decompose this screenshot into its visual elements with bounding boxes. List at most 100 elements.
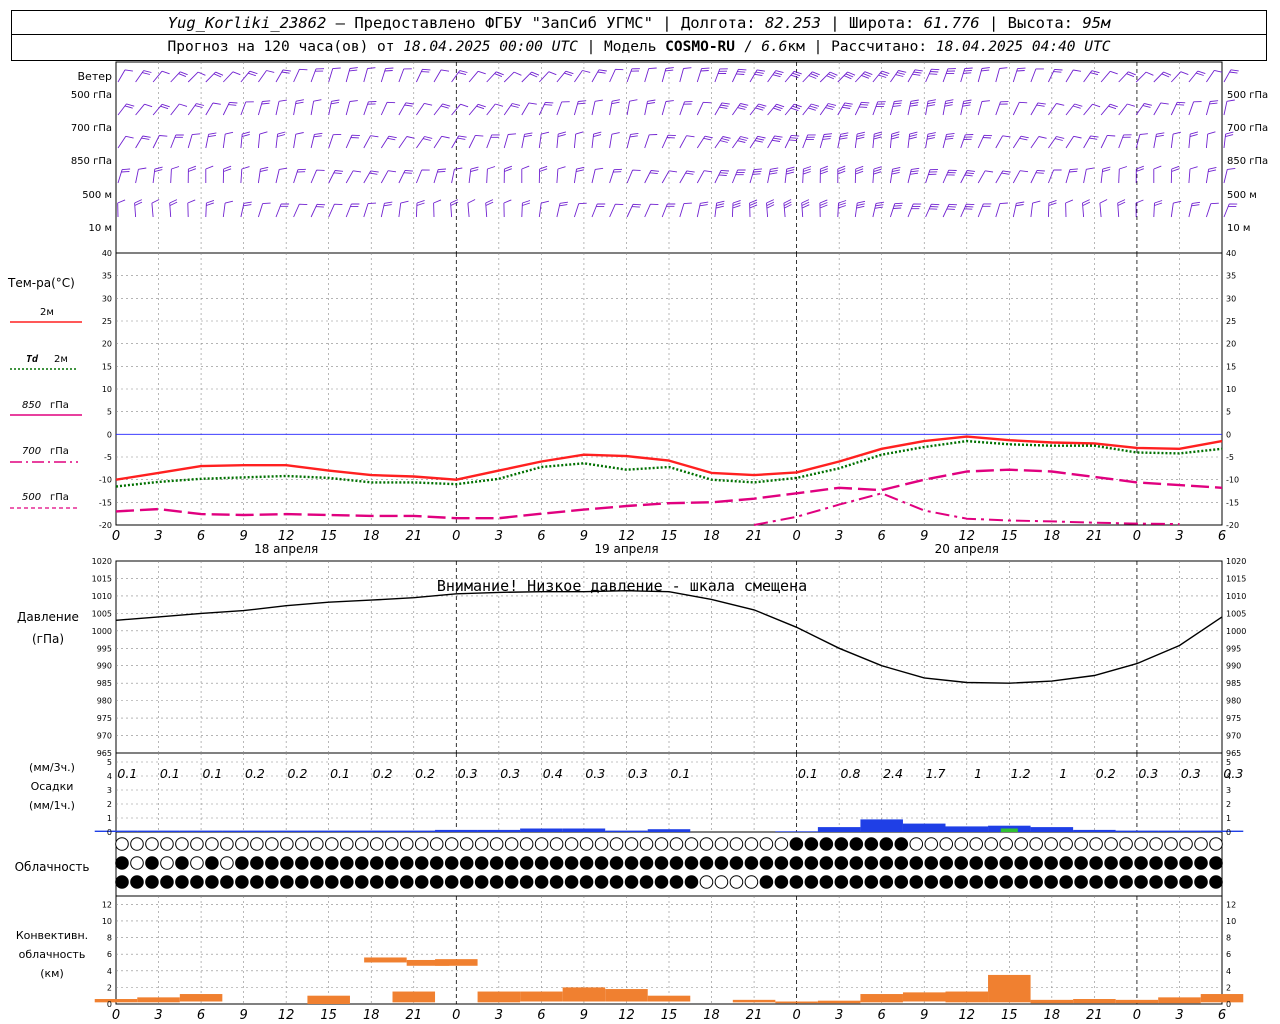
wind-barb xyxy=(1065,103,1083,116)
cloud-symbol xyxy=(205,875,219,889)
wind-barb xyxy=(977,100,990,116)
wind-level-500hpa-right: 500 гПа xyxy=(1227,90,1268,101)
precip-3h-total: 0.2 xyxy=(1096,766,1116,781)
cloud-symbol xyxy=(235,837,249,851)
wind-barb xyxy=(609,203,624,218)
temp-tick-label-left: 15 xyxy=(102,362,112,371)
wind-barb xyxy=(696,101,712,116)
cloud-symbol xyxy=(1179,875,1193,889)
precip-tick-label-left: 0 xyxy=(107,828,112,837)
wind-barb xyxy=(222,131,234,149)
cloud-symbol xyxy=(474,875,489,889)
pressure-tick-label-left: 1005 xyxy=(92,609,112,618)
cloud-symbol xyxy=(1014,875,1028,889)
wind-barb xyxy=(749,69,766,83)
wind-barb xyxy=(749,135,766,149)
wind-barb xyxy=(837,165,846,183)
cloud-symbol xyxy=(669,875,684,889)
wind-barb xyxy=(187,71,206,83)
cloud-symbol xyxy=(1164,856,1178,870)
wind-barb xyxy=(450,199,459,218)
cloud-symbol xyxy=(774,856,789,870)
cloud-symbol xyxy=(1029,837,1043,851)
wind-barb xyxy=(977,170,994,184)
cloud-symbol xyxy=(819,837,834,851)
wind-barb xyxy=(467,199,476,218)
cloud-symbol xyxy=(414,856,429,870)
precip-3h-total: 0.2 xyxy=(288,766,308,781)
conv-bar xyxy=(817,1000,861,1004)
pressure-tick-label-right: 1020 xyxy=(1226,557,1246,566)
wind-barb xyxy=(398,136,415,149)
wind-barb xyxy=(1170,71,1189,83)
precip-bar xyxy=(264,830,308,832)
wind-level-500m-right: 500 м xyxy=(1227,190,1257,201)
cloud-symbol xyxy=(190,856,204,870)
cloud-symbol xyxy=(624,837,639,851)
cloud-symbol xyxy=(594,856,609,870)
hour-label-bottom: 21 xyxy=(746,1008,763,1023)
conv-bars xyxy=(94,957,1244,1004)
wind-barb xyxy=(380,101,396,116)
cloud-symbol xyxy=(280,875,294,889)
wind-barb xyxy=(275,99,287,116)
precip-tick-label-left: 4 xyxy=(107,772,112,781)
precip-3h-total: 0.3 xyxy=(628,766,648,781)
wind-barb xyxy=(1048,103,1065,116)
wind-level-850hpa-right: 850 гПа xyxy=(1227,156,1268,167)
wind-barb xyxy=(275,131,286,149)
wind-barb xyxy=(837,102,853,116)
cloud-symbol xyxy=(864,837,879,851)
cloud-symbol xyxy=(534,856,549,870)
wind-barb xyxy=(222,101,238,116)
temp-tick-label-left: -5 xyxy=(104,453,112,462)
wind-barb xyxy=(380,67,394,83)
cloud-symbol xyxy=(519,875,534,889)
wind-level-850hpa: 850 гПа xyxy=(71,156,112,167)
hour-label: 9 xyxy=(920,529,928,544)
wind-barb xyxy=(942,203,958,218)
wind-barb xyxy=(1099,199,1108,218)
wind-barb xyxy=(398,68,412,83)
wind-barb xyxy=(925,203,940,218)
cloud-symbol xyxy=(1179,856,1193,870)
wind-barb xyxy=(257,202,271,218)
wind-barb xyxy=(257,166,269,184)
cloud-symbol xyxy=(729,875,744,889)
wind-barb xyxy=(644,134,658,149)
precip-3h-total: 0.3 xyxy=(1138,766,1158,781)
cloud-title: Облачность xyxy=(15,860,90,874)
wind-barb xyxy=(556,70,574,83)
cloud-symbol xyxy=(1119,837,1133,851)
cloud-symbol xyxy=(579,856,594,870)
cloud-symbol xyxy=(1014,856,1028,870)
wind-barb xyxy=(415,68,431,83)
wind-barb xyxy=(486,103,504,116)
conv-bar xyxy=(1030,999,1074,1004)
cloud-symbol xyxy=(609,837,624,851)
cloud-symbol xyxy=(654,837,669,851)
cloud-symbol xyxy=(849,837,864,851)
cloud-symbol xyxy=(399,837,414,851)
wind-barb xyxy=(416,136,433,149)
wind-barb xyxy=(152,135,168,149)
temp-tick-label-right: -15 xyxy=(1226,498,1239,507)
wind-barb xyxy=(205,165,214,183)
cloud-symbol xyxy=(325,837,339,851)
wind-barb xyxy=(152,103,170,116)
wind-barb xyxy=(766,199,775,218)
wind-barb xyxy=(538,200,550,218)
conv-tick-label-right: 0 xyxy=(1226,1000,1231,1009)
wind-barb xyxy=(819,103,837,116)
wind-barb xyxy=(1030,169,1045,184)
wind-barb xyxy=(205,132,217,149)
conv-bar xyxy=(94,999,138,1003)
temp-tick-label-right: -20 xyxy=(1226,521,1239,530)
wind-barb xyxy=(328,170,344,184)
pressure-tick-label-left: 985 xyxy=(97,679,112,688)
wind-title: Ветер xyxy=(78,70,112,83)
wind-barb xyxy=(872,131,883,149)
conv-tick-label-right: 10 xyxy=(1226,917,1236,926)
cloud-symbol xyxy=(414,837,429,851)
wind-barb xyxy=(117,69,133,83)
